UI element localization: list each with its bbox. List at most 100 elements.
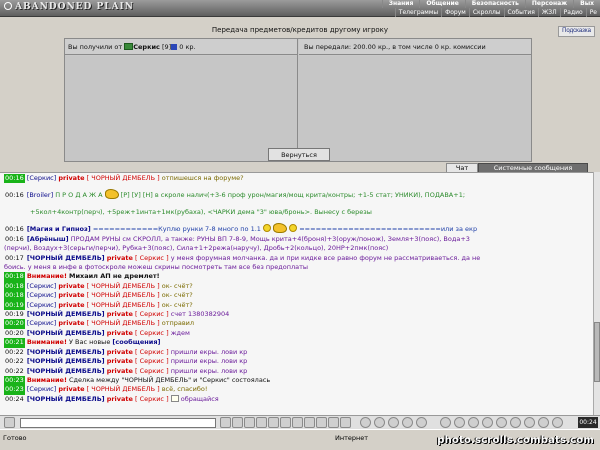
menu-scrolls[interactable]: Скроллы xyxy=(468,8,504,17)
chat-nick[interactable]: [ЧОРНЫЙ ДЕМБЕЛЬ] xyxy=(27,329,105,337)
chat-time[interactable]: 00:19 xyxy=(4,300,25,311)
chat-nick[interactable]: [ЧОРНЫЙ ДЕМБЕЛЬ] xyxy=(27,367,105,375)
clan-icon-2[interactable] xyxy=(510,417,521,428)
received-player-level: [9] xyxy=(161,43,172,51)
bank-icon[interactable] xyxy=(496,417,507,428)
shop-icon[interactable] xyxy=(440,417,451,428)
menu-character[interactable]: Персонаж xyxy=(524,0,573,8)
quests-icon[interactable] xyxy=(482,417,493,428)
private-recipient[interactable]: [ Серкис ] xyxy=(135,357,169,365)
chat-time[interactable]: 00:20 xyxy=(4,319,25,329)
private-recipient[interactable]: [ Серкис ] xyxy=(135,395,169,403)
chat-message-cont: [Р] [У] [Н] в скроле налич(+3-6 проф уро… xyxy=(120,191,466,200)
inventory-icon[interactable] xyxy=(524,417,535,428)
menu-radio[interactable]: Радио xyxy=(559,8,586,17)
menu-knowledge[interactable]: Знания xyxy=(381,0,420,8)
chat-mode-icon[interactable] xyxy=(4,417,15,428)
menu-re[interactable]: Ре xyxy=(585,8,600,17)
menu-security[interactable]: Безопасность xyxy=(464,0,525,8)
private-recipient[interactable]: [ ЧОРНЫЙ ДЕМБЕЛЬ ] xyxy=(87,174,160,182)
chat-time[interactable]: 00:18 xyxy=(4,281,25,292)
chat-settings-icon[interactable] xyxy=(280,417,291,428)
chat-nick[interactable]: [Серкис] xyxy=(27,301,56,309)
refresh-icon[interactable] xyxy=(292,417,303,428)
chat-line-wrap: (перчи), Воздух+3(серьги/перчи), Рубка+3… xyxy=(0,244,593,253)
clear-icon[interactable] xyxy=(232,417,243,428)
chat-nick[interactable]: [Магия и Гипноз] xyxy=(27,225,91,233)
chat-time[interactable]: 00:16 xyxy=(4,225,25,234)
friends-icon[interactable] xyxy=(468,417,479,428)
chat-time[interactable]: 00:22 xyxy=(4,357,25,366)
chat-line: 00:22 [ЧОРНЫЙ ДЕМБЕЛЬ] private [ Серкис … xyxy=(0,357,593,366)
chat-nick[interactable]: [Абрёныш] xyxy=(27,235,69,243)
chat-time[interactable]: 00:22 xyxy=(4,367,25,376)
chat-time[interactable]: 00:16 xyxy=(4,235,25,244)
chat-nick[interactable]: [Серкис] xyxy=(27,282,56,290)
private-recipient[interactable]: [ Серкис ] xyxy=(135,348,169,356)
private-recipient[interactable]: [ Серкис ] xyxy=(135,254,169,262)
chat-nick[interactable]: [ЧОРНЫЙ ДЕМБЕЛЬ] xyxy=(27,254,105,262)
chat-nick[interactable]: [Серкис] xyxy=(27,291,56,299)
private-recipient[interactable]: [ Серкис ] xyxy=(135,310,169,318)
private-recipient[interactable]: [ ЧОРНЫЙ ДЕМБЕЛЬ ] xyxy=(87,319,160,327)
chat-time[interactable]: 00:22 xyxy=(4,348,25,357)
chat-message: пришли екры. лови кр xyxy=(170,347,248,356)
fight-icon[interactable] xyxy=(402,417,413,428)
filter-icon[interactable] xyxy=(244,417,255,428)
chat-time[interactable]: 00:16 xyxy=(4,174,25,184)
messages-link[interactable]: [сообщения] xyxy=(112,338,160,346)
bag-icon[interactable] xyxy=(360,417,371,428)
received-player-name[interactable]: Серкис xyxy=(133,43,160,51)
chat-input[interactable] xyxy=(20,418,216,428)
menu-zhzl[interactable]: ЖЗЛ xyxy=(537,8,560,17)
log-icon[interactable] xyxy=(316,417,327,428)
private-recipient[interactable]: [ Серкис ] xyxy=(135,329,169,337)
translit-icon[interactable] xyxy=(268,417,279,428)
chat-nick[interactable]: [ЧОРНЫЙ ДЕМБЕЛЬ] xyxy=(27,395,105,403)
chat-time[interactable]: 00:18 xyxy=(4,291,25,301)
chat-time[interactable]: 00:19 xyxy=(4,310,25,319)
scrollbar-thumb[interactable] xyxy=(594,322,600,382)
menu-telegrams[interactable]: Телеграммы xyxy=(394,8,441,17)
help-icon[interactable] xyxy=(538,417,549,428)
skills-icon[interactable] xyxy=(388,417,399,428)
chat-nick[interactable]: [ЧОРНЫЙ ДЕМБЕЛЬ] xyxy=(27,310,105,318)
chat-nick[interactable]: [Серкис] xyxy=(27,385,56,393)
private-recipient[interactable]: [ ЧОРНЫЙ ДЕМБЕЛЬ ] xyxy=(87,291,160,299)
ignore-icon[interactable] xyxy=(328,417,339,428)
menu-communication[interactable]: Общение xyxy=(419,0,464,8)
chat-time[interactable]: 00:21 xyxy=(4,338,25,348)
chat-nick[interactable]: [Серкис] xyxy=(27,319,56,327)
chat-nick[interactable]: [ЧОРНЫЙ ДЕМБЕЛЬ] xyxy=(27,357,105,365)
exit-icon[interactable] xyxy=(552,417,563,428)
clan-chat-icon[interactable] xyxy=(340,417,351,428)
chat-nick[interactable]: [Broiler] xyxy=(27,191,53,199)
return-button[interactable]: Вернуться xyxy=(268,148,330,161)
private-recipient[interactable]: [ ЧОРНЫЙ ДЕМБЕЛЬ ] xyxy=(87,301,160,309)
chat-time[interactable]: 00:16 xyxy=(4,190,25,201)
chat-time[interactable]: 00:17 xyxy=(4,254,25,263)
menu-events[interactable]: События xyxy=(503,8,538,17)
chat-nick[interactable]: [Серкис] xyxy=(27,174,56,182)
character-icon[interactable] xyxy=(374,417,385,428)
smiles-icon[interactable] xyxy=(256,417,267,428)
help-button[interactable]: Подсказка xyxy=(558,26,595,37)
chat-message: ок- счёт? xyxy=(161,291,193,300)
menu-forum[interactable]: Форум xyxy=(441,8,469,17)
chat-time[interactable]: 00:24 xyxy=(4,395,25,404)
send-icon[interactable] xyxy=(220,417,231,428)
sound-icon[interactable] xyxy=(304,417,315,428)
menu-exit[interactable]: Вых xyxy=(573,0,600,8)
mail-icon[interactable] xyxy=(454,417,465,428)
chat-time[interactable]: 00:23 xyxy=(4,385,25,395)
chat-time[interactable]: 00:18 xyxy=(4,272,25,282)
chat-time[interactable]: 00:23 xyxy=(4,375,25,386)
chat-time[interactable]: 00:20 xyxy=(4,329,25,338)
private-recipient[interactable]: [ Серкис ] xyxy=(135,367,169,375)
chat-scrollbar[interactable] xyxy=(593,172,600,415)
chat-nick[interactable]: [ЧОРНЫЙ ДЕМБЕЛЬ] xyxy=(27,348,105,356)
private-recipient[interactable]: [ ЧОРНЫЙ ДЕМБЕЛЬ ] xyxy=(87,385,160,393)
map-icon[interactable] xyxy=(416,417,427,428)
info-icon[interactable] xyxy=(171,44,178,50)
private-recipient[interactable]: [ ЧОРНЫЙ ДЕМБЕЛЬ ] xyxy=(87,282,160,290)
